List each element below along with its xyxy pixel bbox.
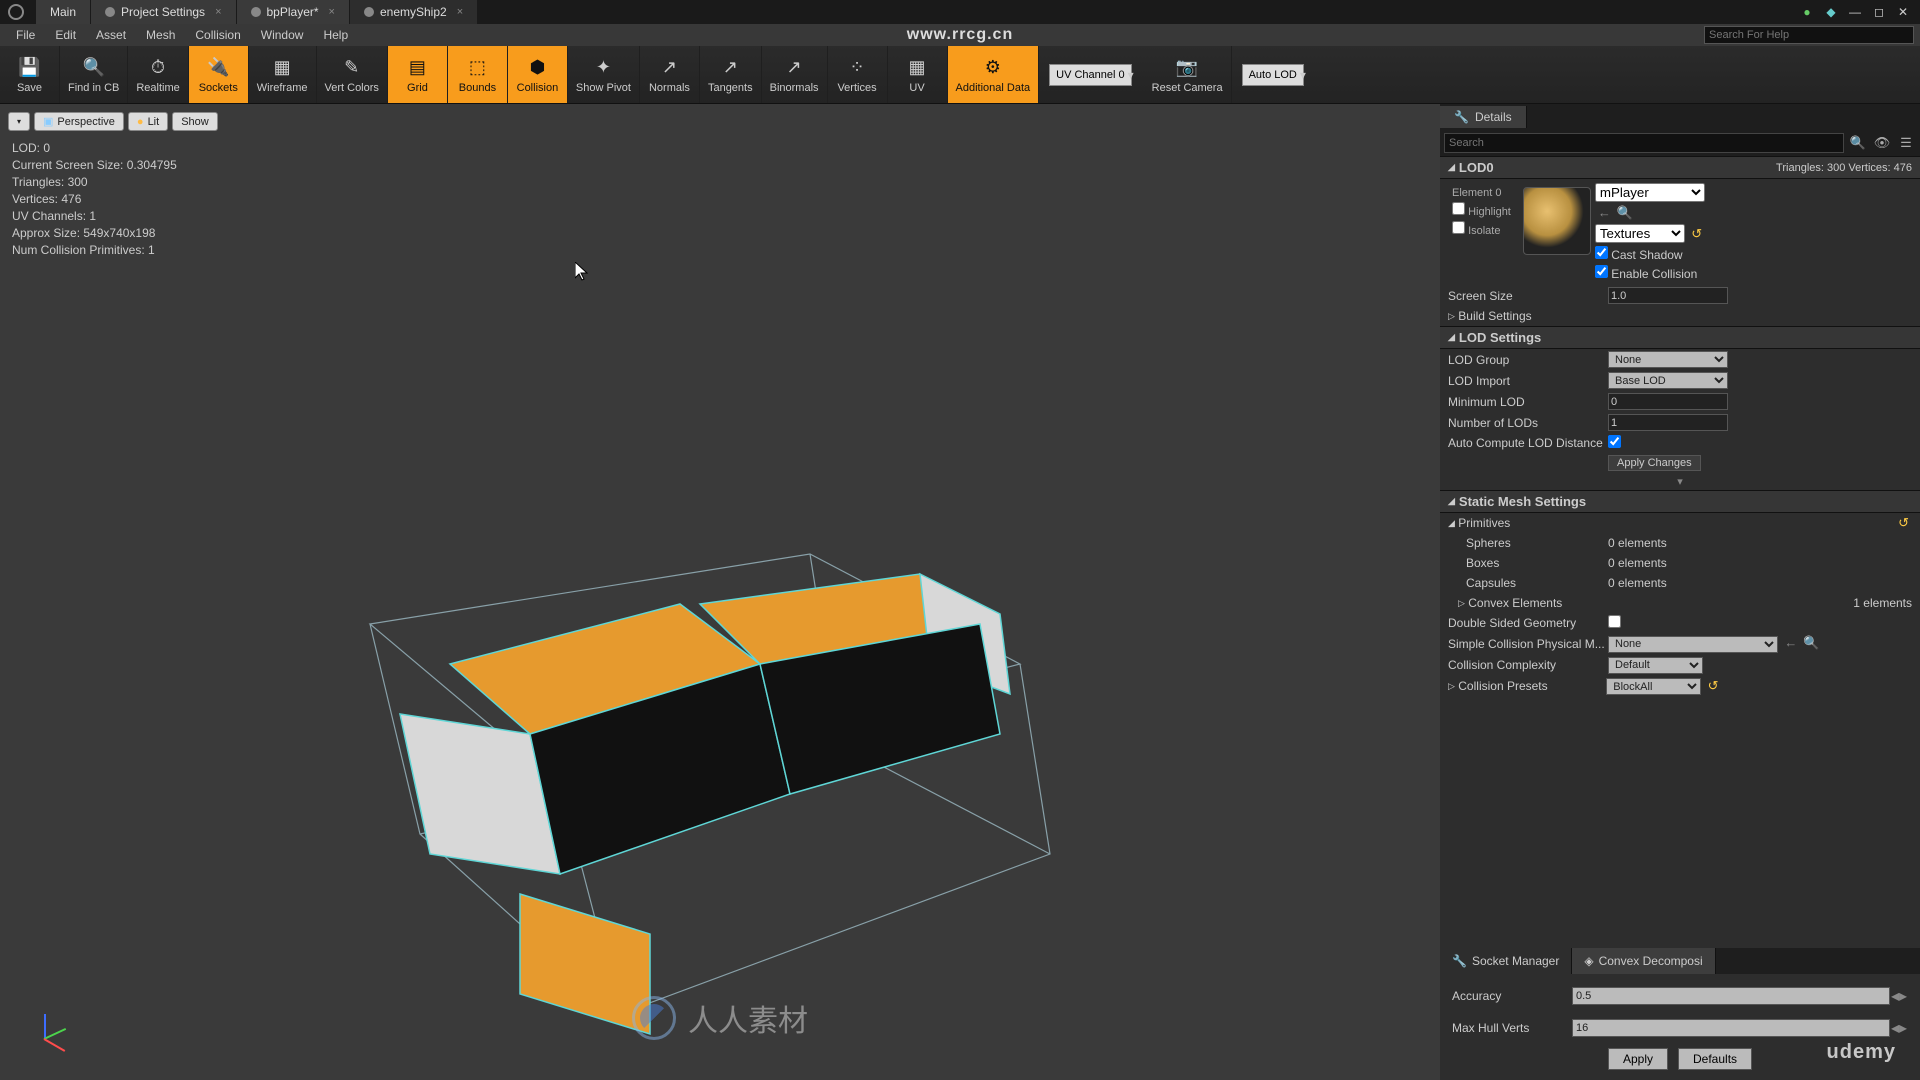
viewport-stats: LOD: 0 Current Screen Size: 0.304795 Tri… xyxy=(12,140,177,259)
tab-bpplayer[interactable]: bpPlayer*× xyxy=(237,0,350,24)
tab-project-settings[interactable]: Project Settings× xyxy=(91,0,236,24)
collision-complexity-select[interactable]: Default xyxy=(1608,657,1703,674)
element-label: Element 0 xyxy=(1452,187,1511,199)
vp-menu-button[interactable]: ▾ xyxy=(8,112,30,131)
primitives-expand[interactable]: Primitives xyxy=(1458,516,1510,530)
filter-icon[interactable]: ☰ xyxy=(1896,133,1916,153)
tool-uv[interactable]: ▦UV xyxy=(888,46,948,103)
auto-compute-checkbox[interactable] xyxy=(1608,435,1621,448)
window-tabbar: Main Project Settings× bpPlayer*× enemyS… xyxy=(0,0,1920,24)
tool-wireframe[interactable]: ▦Wireframe xyxy=(249,46,317,103)
tool-collision[interactable]: ⬢Collision xyxy=(508,46,568,103)
details-panel: 🔧 Details 🔍 👁 ☰ ◢LOD0Triangles: 300 Vert… xyxy=(1440,104,1920,1080)
tool-grid[interactable]: ▤Grid xyxy=(388,46,448,103)
cast-shadow-checkbox[interactable]: Cast Shadow xyxy=(1595,246,1705,262)
convex-panel: Accuracy◂▸ Max Hull Verts◂▸ Apply Defaul… xyxy=(1440,974,1920,1080)
browse2-icon[interactable]: 🔍 xyxy=(1800,635,1822,650)
num-lods-input[interactable] xyxy=(1608,414,1728,431)
lod-import-select[interactable]: Base LOD xyxy=(1608,372,1728,389)
url-watermark: www.rrcg.cn xyxy=(907,26,1013,44)
lod-group-select[interactable]: None xyxy=(1608,351,1728,368)
tab-main[interactable]: Main xyxy=(36,0,91,24)
reset-presets-icon[interactable]: ↺ xyxy=(1705,678,1722,693)
tab-enemyship2[interactable]: enemyShip2× xyxy=(350,0,478,24)
max-hull-input[interactable] xyxy=(1572,1019,1890,1037)
help-search-input[interactable] xyxy=(1704,26,1914,44)
material-select[interactable]: mPlayer xyxy=(1595,183,1705,202)
expand-caret-icon[interactable]: ▾ xyxy=(1440,473,1920,490)
tool-additional-data[interactable]: ⚙Additional Data xyxy=(948,46,1040,103)
double-sided-checkbox[interactable] xyxy=(1608,615,1621,628)
details-search-input[interactable] xyxy=(1444,133,1844,153)
details-tab[interactable]: 🔧 Details xyxy=(1440,106,1527,128)
menu-window[interactable]: Window xyxy=(251,25,314,45)
min-lod-input[interactable] xyxy=(1608,393,1728,410)
toolbar: 💾Save 🔍Find in CB ⏱Realtime 🔌Sockets ▦Wi… xyxy=(0,46,1920,104)
menu-edit[interactable]: Edit xyxy=(45,25,86,45)
minimize-icon[interactable]: — xyxy=(1846,3,1864,21)
axis-gizmo-icon xyxy=(26,1009,71,1054)
tool-show-pivot[interactable]: ✦Show Pivot xyxy=(568,46,640,103)
tool-vert-colors[interactable]: ✎Vert Colors xyxy=(317,46,388,103)
screen-size-input[interactable] xyxy=(1608,287,1728,304)
tool-binormals[interactable]: ↗Binormals xyxy=(762,46,828,103)
build-settings-expand[interactable]: Build Settings xyxy=(1458,309,1531,323)
simple-collision-select[interactable]: None xyxy=(1608,636,1778,653)
tool-bounds[interactable]: ⬚Bounds xyxy=(448,46,508,103)
menubar: File Edit Asset Mesh Collision Window He… xyxy=(0,24,1920,46)
vp-show-button[interactable]: Show xyxy=(172,112,218,131)
apply-changes-button[interactable]: Apply Changes xyxy=(1608,455,1701,471)
textures-dropdown[interactable]: Textures xyxy=(1595,224,1685,243)
cat-lod-settings[interactable]: ◢LOD Settings xyxy=(1440,326,1920,349)
tab-convex-decomposition[interactable]: ◈ Convex Decomposi xyxy=(1572,948,1715,974)
menu-mesh[interactable]: Mesh xyxy=(136,25,185,45)
tool-find-in-cb[interactable]: 🔍Find in CB xyxy=(60,46,128,103)
notification-icon[interactable]: ● xyxy=(1798,3,1816,21)
cat-static-mesh[interactable]: ◢Static Mesh Settings xyxy=(1440,490,1920,513)
material-thumbnail[interactable] xyxy=(1523,187,1591,255)
tool-sockets[interactable]: 🔌Sockets xyxy=(189,46,249,103)
collision-presets-select[interactable]: BlockAll xyxy=(1606,678,1701,695)
convex-elements-expand[interactable]: Convex Elements xyxy=(1468,596,1562,610)
view-options-icon[interactable]: 👁 xyxy=(1872,133,1892,153)
vp-perspective-button[interactable]: ▣Perspective xyxy=(34,112,124,131)
enable-collision-checkbox[interactable]: Enable Collision xyxy=(1595,265,1705,281)
center-watermark: 人人素材 xyxy=(632,996,808,1040)
reset-icon[interactable]: ↺ xyxy=(1688,226,1705,241)
highlight-checkbox[interactable]: Highlight xyxy=(1452,202,1511,218)
browse-icon[interactable]: 🔍 xyxy=(1614,205,1636,220)
tool-reset-camera[interactable]: 📷Reset Camera xyxy=(1144,46,1232,103)
tool-save[interactable]: 💾Save xyxy=(0,46,60,103)
accuracy-input[interactable] xyxy=(1572,987,1890,1005)
viewport[interactable]: ▾ ▣Perspective ●Lit Show LOD: 0 Current … xyxy=(0,104,1440,1080)
defaults-button[interactable]: Defaults xyxy=(1678,1048,1752,1070)
isolate-checkbox[interactable]: Isolate xyxy=(1452,221,1511,237)
tool-tangents[interactable]: ↗Tangents xyxy=(700,46,762,103)
menu-collision[interactable]: Collision xyxy=(185,25,250,45)
udemy-watermark: udemy xyxy=(1827,1041,1896,1064)
search-icon[interactable]: 🔍 xyxy=(1848,133,1868,153)
close-icon[interactable]: ✕ xyxy=(1894,3,1912,21)
uv-channel-dropdown[interactable]: UV Channel 0▾ xyxy=(1039,46,1144,103)
apply-button[interactable]: Apply xyxy=(1608,1048,1668,1070)
tool-vertices[interactable]: ⁘Vertices xyxy=(828,46,888,103)
tool-normals[interactable]: ↗Normals xyxy=(640,46,700,103)
back-arrow-icon[interactable]: ← xyxy=(1595,205,1614,220)
reset-primitives-icon[interactable]: ↺ xyxy=(1895,515,1912,531)
status-icon[interactable]: ◆ xyxy=(1822,3,1840,21)
mesh-render xyxy=(0,104,1440,1080)
tool-realtime[interactable]: ⏱Realtime xyxy=(128,46,188,103)
cat-lod0[interactable]: ◢LOD0Triangles: 300 Vertices: 476 xyxy=(1440,156,1920,179)
menu-file[interactable]: File xyxy=(6,25,45,45)
cursor-icon xyxy=(575,262,589,282)
ue-logo-icon xyxy=(8,4,24,20)
auto-lod-dropdown[interactable]: Auto LOD▾ xyxy=(1232,46,1316,103)
vp-lit-button[interactable]: ●Lit xyxy=(128,112,168,131)
back-icon[interactable]: ← xyxy=(1781,635,1800,650)
tab-socket-manager[interactable]: 🔧 Socket Manager xyxy=(1440,948,1572,974)
menu-help[interactable]: Help xyxy=(313,25,358,45)
maximize-icon[interactable]: ◻ xyxy=(1870,3,1888,21)
menu-asset[interactable]: Asset xyxy=(86,25,136,45)
